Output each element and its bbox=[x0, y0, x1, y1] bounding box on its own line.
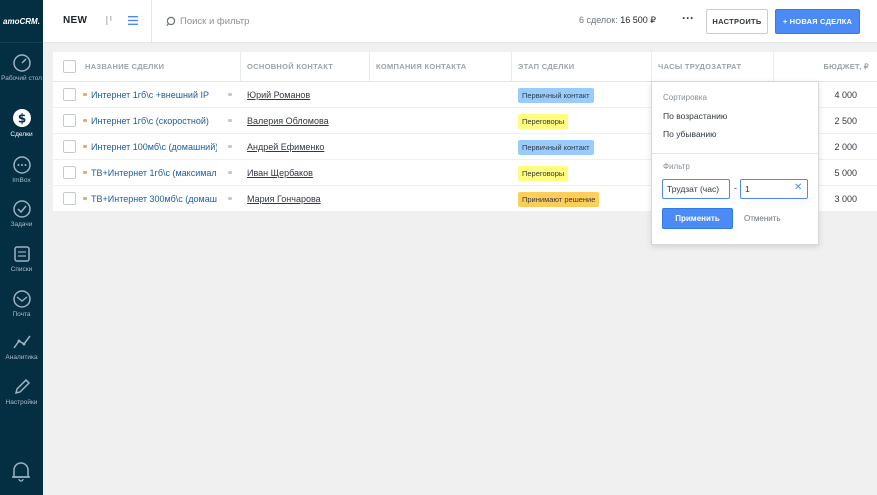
sort-descending-option[interactable]: По убыванию bbox=[663, 129, 717, 139]
sidebar-item-mail[interactable]: Почта bbox=[0, 289, 43, 319]
analytics-icon bbox=[12, 335, 31, 349]
sidebar-item-label: Задачи bbox=[10, 221, 33, 228]
new-deal-button[interactable]: + НОВАЯ СДЕЛКА bbox=[775, 9, 860, 34]
deal-name[interactable]: ТВ+Интернет 300мб\с (домашний) bbox=[91, 186, 217, 212]
topbar: NEW 6 сделок: 16 500 ₽ ··· НАСТРОИТЬ + Н… bbox=[43, 0, 877, 43]
table-header: НАЗВАНИЕ СДЕЛКИ ОСНОВНОЙ КОНТАКТ КОМПАНИ… bbox=[53, 52, 877, 82]
row-checkbox[interactable] bbox=[63, 140, 76, 153]
row-checkbox[interactable] bbox=[63, 192, 76, 205]
sidebar-item-label: Почта bbox=[12, 311, 31, 318]
sort-ascending-option[interactable]: По возрастанию bbox=[663, 111, 727, 121]
sidebar: amoCRM. Рабочий стол $ Сделки ImBox Зада… bbox=[0, 0, 43, 495]
chat-icon bbox=[12, 156, 31, 174]
header-main-contact[interactable]: ОСНОВНОЙ КОНТАКТ bbox=[240, 52, 367, 82]
deals-icon: $ bbox=[12, 109, 31, 127]
kanban-view-button[interactable] bbox=[105, 15, 115, 26]
task-status-dot bbox=[83, 197, 87, 200]
header-contact-company[interactable]: КОМПАНИЯ КОНТАКТА bbox=[369, 52, 510, 82]
mail-icon bbox=[12, 290, 31, 308]
deal-name[interactable]: ТВ+Интернет 1гб\с (максимальный) bbox=[91, 160, 217, 186]
bell-icon bbox=[12, 462, 30, 482]
logo: amoCRM. bbox=[0, 0, 43, 43]
summary-sum: 16 500 ₽ bbox=[620, 15, 656, 25]
configure-button[interactable]: НАСТРОИТЬ bbox=[706, 9, 768, 34]
sidebar-item-analytics[interactable]: Аналитика bbox=[0, 332, 43, 362]
sidebar-item-settings[interactable]: Настройки bbox=[0, 377, 43, 407]
stage-badge: Переговоры bbox=[518, 114, 569, 129]
sidebar-item-label: Сделки bbox=[10, 131, 33, 138]
contact-name[interactable]: Иван Щербаков bbox=[247, 160, 357, 186]
sidebar-item-lists[interactable]: Списки bbox=[0, 244, 43, 274]
sidebar-item-tasks[interactable]: Задачи bbox=[0, 199, 43, 229]
list-icon bbox=[128, 16, 138, 25]
deal-name[interactable]: Интернет 1гб\с +внешний IP bbox=[91, 82, 217, 108]
more-actions-button[interactable]: ··· bbox=[681, 12, 695, 29]
task-status-dot bbox=[83, 93, 87, 96]
header-hours[interactable]: ЧАСЫ ТРУДОЗАТРАТ bbox=[651, 52, 773, 82]
filter-title: Фильтр bbox=[663, 162, 690, 171]
separator-dot bbox=[228, 93, 232, 96]
deals-summary: 6 сделок: 16 500 ₽ bbox=[579, 15, 656, 26]
dashboard-icon bbox=[12, 54, 31, 72]
sidebar-item-label: Списки bbox=[10, 266, 33, 273]
header-budget[interactable]: БЮДЖЕТ, ₽ bbox=[773, 52, 877, 82]
deal-name[interactable]: Интернет 1гб\с (скоростной) bbox=[91, 108, 217, 134]
pipeline-name[interactable]: NEW bbox=[63, 15, 87, 26]
row-checkbox[interactable] bbox=[63, 114, 76, 127]
clear-icon[interactable]: ✕ bbox=[794, 182, 802, 193]
separator-dot bbox=[228, 171, 232, 174]
lists-icon bbox=[13, 246, 30, 262]
deal-name[interactable]: Интернет 100мб\с (домашний) bbox=[91, 134, 217, 160]
stage-badge: Первичный контакт bbox=[518, 88, 594, 103]
contact-name[interactable]: Юрий Романов bbox=[247, 82, 357, 108]
column-filter-popup: Сортировка По возрастанию По убыванию Фи… bbox=[651, 81, 819, 245]
contact-name[interactable]: Валерия Обломова bbox=[247, 108, 357, 134]
notifications-button[interactable] bbox=[10, 459, 32, 485]
sidebar-item-imbox[interactable]: ImBox bbox=[0, 155, 43, 185]
topbar-divider bbox=[151, 0, 152, 43]
stage-badge: Переговоры bbox=[518, 166, 569, 181]
task-status-dot bbox=[83, 171, 87, 174]
stage-badge: Принимают решение bbox=[518, 192, 600, 207]
sidebar-item-label: Аналитика bbox=[5, 354, 38, 361]
sidebar-item-label: ImBox bbox=[12, 177, 31, 184]
search-input[interactable] bbox=[180, 13, 560, 30]
separator-dot bbox=[228, 145, 232, 148]
separator-dot bbox=[228, 197, 232, 200]
task-status-dot bbox=[83, 145, 87, 148]
range-dash: - bbox=[734, 183, 737, 193]
cancel-button[interactable]: Отменить bbox=[744, 208, 781, 229]
contact-name[interactable]: Андрей Ефименко bbox=[247, 134, 357, 160]
stage-badge: Первичный контакт bbox=[518, 140, 594, 155]
header-deal-stage[interactable]: ЭТАП СДЕЛКИ bbox=[511, 52, 651, 82]
sidebar-item-label: Рабочий стол bbox=[1, 75, 42, 82]
contact-name[interactable]: Мария Гончарова bbox=[247, 186, 357, 212]
task-status-dot bbox=[83, 119, 87, 122]
tasks-icon bbox=[12, 200, 31, 218]
separator-dot bbox=[228, 119, 232, 122]
sort-title: Сортировка bbox=[663, 93, 707, 102]
row-checkbox[interactable] bbox=[63, 88, 76, 101]
apply-button[interactable]: Применить bbox=[662, 208, 733, 229]
summary-count: 6 сделок: bbox=[578, 15, 618, 25]
svg-text:$: $ bbox=[17, 112, 25, 126]
sidebar-item-label: Настройки bbox=[5, 399, 38, 406]
sidebar-item-dashboard[interactable]: Рабочий стол bbox=[0, 53, 43, 83]
header-deal-name[interactable]: НАЗВАНИЕ СДЕЛКИ bbox=[85, 52, 237, 82]
popup-divider bbox=[652, 153, 818, 154]
row-checkbox[interactable] bbox=[63, 166, 76, 179]
settings-icon bbox=[14, 378, 30, 395]
list-view-button[interactable] bbox=[127, 15, 139, 26]
select-all-checkbox[interactable] bbox=[63, 60, 76, 73]
filter-from-input[interactable] bbox=[662, 179, 730, 199]
search-icon bbox=[166, 16, 177, 29]
sidebar-item-deals[interactable]: $ Сделки bbox=[0, 107, 43, 139]
kanban-icon bbox=[106, 16, 112, 25]
